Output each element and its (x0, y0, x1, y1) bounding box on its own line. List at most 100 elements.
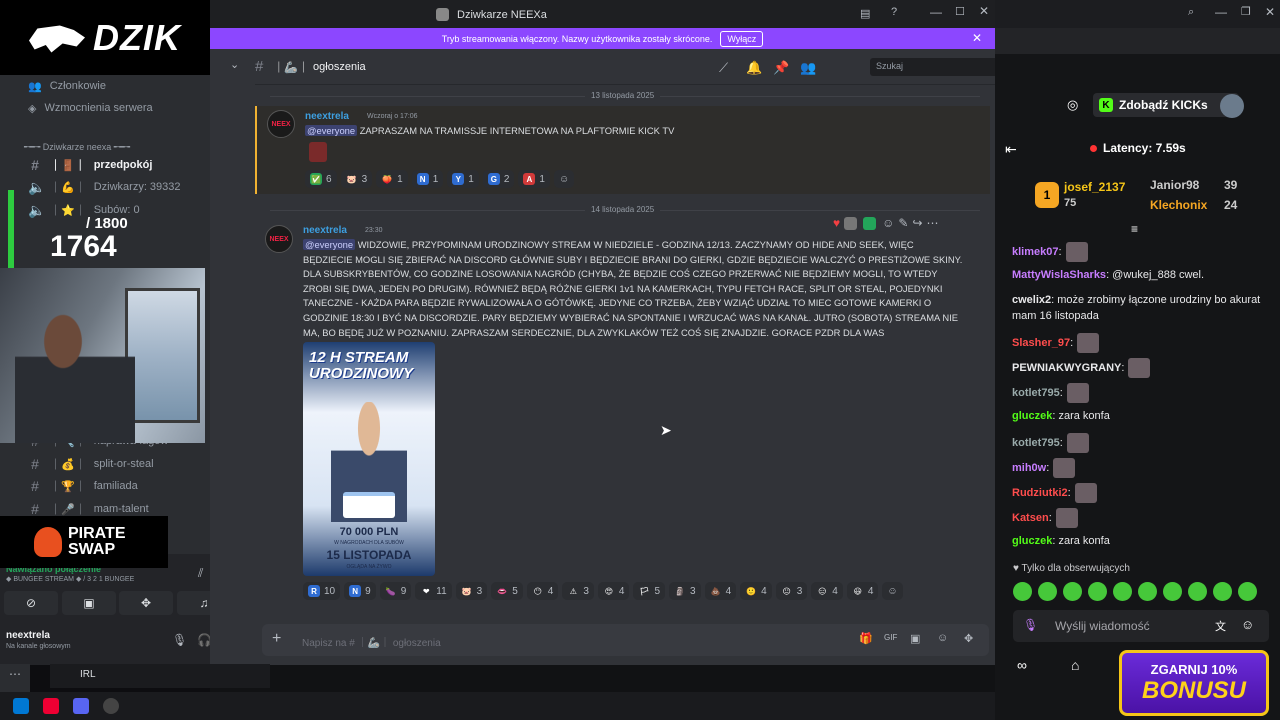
avatar[interactable] (1220, 94, 1244, 118)
reaction-chip[interactable]: 🍆 9 (379, 582, 412, 600)
minimize-button[interactable]: — (1215, 5, 1227, 19)
chat-message[interactable]: cwelix2: może zrobimy łączone urodziny b… (1012, 292, 1272, 324)
reaction-chip[interactable]: 💩 4 (704, 582, 737, 600)
avatar[interactable]: NEEX (265, 225, 293, 253)
gif-icon[interactable]: GIF (884, 633, 897, 642)
add-reaction-button[interactable]: ☺ (882, 582, 903, 600)
chat-message[interactable]: PEWNIAKWYGRANY: (1012, 358, 1272, 378)
reply-icon[interactable]: ↪ (912, 216, 922, 230)
sidebar-item-boosts[interactable]: ◈ Wzmocnienia serwera (28, 97, 153, 119)
chat-username[interactable]: gluczek (1012, 410, 1052, 422)
chat-message[interactable]: gluczek: zara konfa (1012, 533, 1272, 549)
chat-input[interactable]: 🎙 Wyślij wiadomość 文 ☺ (1013, 610, 1269, 642)
emote-icon[interactable] (1013, 582, 1032, 601)
reaction-chip[interactable]: R 10 (303, 582, 341, 600)
reaction-chip[interactable]: 😶 4 (526, 582, 559, 600)
windows-start-icon[interactable] (13, 698, 29, 714)
chat-message[interactable]: MattyWislaSharks: @wukej_888 cwel. (1012, 267, 1272, 283)
message-composer[interactable]: + Napisz na # ｜🦾｜ ogłoszenia 🎁 GIF ▣ ☺ ✥ (262, 624, 989, 656)
store-icon[interactable]: ⌂ (1071, 657, 1079, 673)
chat-username[interactable]: Katsen (1012, 512, 1049, 524)
reaction-chip[interactable]: 😃 4 (846, 582, 879, 600)
apps-icon[interactable]: ✥ (964, 632, 973, 645)
everyone-mention[interactable]: @everyone (303, 239, 356, 250)
reaction-chip[interactable]: 😐 3 (775, 582, 808, 600)
chat-message[interactable]: Katsen: (1012, 508, 1272, 528)
edit-icon[interactable]: ✎ (898, 216, 908, 230)
emote-icon[interactable] (1088, 582, 1107, 601)
stream-poster-image[interactable]: 12 H STREAM URODZINOWY 70 000 PLN W NAGR… (303, 342, 435, 576)
category-header[interactable]: ╾━╼ Dziwkarze neexa ╾━╼ (24, 142, 130, 153)
chat-message[interactable]: Slasher_97: (1012, 333, 1272, 353)
opera-icon[interactable] (43, 698, 59, 714)
reaction-chip[interactable]: N9 (344, 582, 376, 600)
chat-username[interactable]: PEWNIAKWYGRANY (1012, 362, 1121, 374)
emoji-react-icon[interactable] (844, 216, 858, 230)
emote-icon[interactable] (1113, 582, 1132, 601)
activities-button[interactable]: ✥ (119, 591, 173, 615)
chat-username[interactable]: kotlet795 (1012, 387, 1060, 399)
loyalty-icon[interactable]: ∞ (1017, 657, 1027, 673)
attach-plus-icon[interactable]: + (272, 630, 281, 648)
more-icon[interactable]: ⋯ (0, 664, 30, 692)
chat-message[interactable]: kotlet795: (1012, 433, 1272, 453)
emote-icon[interactable] (1038, 582, 1057, 601)
leaderboard-name[interactable]: Janior98 (1150, 178, 1199, 192)
reaction-chip[interactable]: ❤ 11 (415, 582, 452, 600)
emoji-icon[interactable]: ☺ (1241, 617, 1254, 632)
restore-button[interactable]: ❐ (1241, 5, 1251, 18)
discord-icon[interactable] (73, 698, 89, 714)
server-dropdown-chevron-icon[interactable]: ⌄ (230, 58, 239, 71)
channel-split-or-steal[interactable]: # ｜💰｜ split-or-steal (28, 453, 154, 475)
sticker-icon[interactable]: ▣ (910, 632, 920, 645)
expand-leaderboard-icon[interactable]: ≡ (1131, 222, 1138, 236)
chat-message[interactable]: Rudziutki2: (1012, 483, 1272, 503)
reaction-chip[interactable]: ⚠ 3 (562, 582, 594, 600)
noise-suppression-icon[interactable]: ⫽ (198, 566, 203, 581)
reaction-chip[interactable]: 🙂 4 (740, 582, 772, 600)
channel-familiada[interactable]: # ｜🏆｜ familiada (28, 475, 138, 497)
bonus-ad-banner[interactable]: ZGARNIJ 10% BONUSU (1119, 650, 1269, 716)
message-author[interactable]: neextrela (303, 225, 347, 236)
chat-message[interactable]: mih0w: (1012, 458, 1272, 478)
sidebar-item-members[interactable]: 👥 Członkowie (28, 75, 106, 97)
chat-username[interactable]: cwelix2 (1012, 294, 1051, 306)
leaderboard-name[interactable]: Klechonix (1150, 198, 1207, 212)
channel-stat-members[interactable]: 🔈 ｜💪｜ Dziwkarzy: 39332 (28, 176, 181, 198)
chat-username[interactable]: mih0w (1012, 462, 1046, 474)
heart-react-icon[interactable]: ♥ (833, 216, 840, 230)
screen-share-button[interactable]: ▣ (62, 591, 116, 615)
microphone-icon[interactable]: 🎙 (172, 633, 187, 647)
check-react-icon[interactable] (863, 216, 877, 230)
emote-icon[interactable] (1138, 582, 1157, 601)
app-icon[interactable] (103, 698, 119, 714)
chat-username[interactable]: MattyWislaSharks (1012, 269, 1106, 281)
refresh-icon[interactable]: ◎ (1067, 97, 1078, 113)
chat-username[interactable]: Rudziutki2 (1012, 487, 1068, 499)
microphone-icon[interactable]: 🎙 (1023, 618, 1038, 632)
leaderboard-name[interactable]: josef_2137 (1064, 180, 1125, 194)
collapse-chat-icon[interactable]: ⇤ (1005, 141, 1017, 158)
translate-icon[interactable]: 文 (1215, 618, 1226, 634)
emote-icon[interactable] (1188, 582, 1207, 601)
chat-username[interactable]: klimek07 (1012, 246, 1058, 258)
reaction-chip[interactable]: 🗿 3 (669, 582, 701, 600)
chat-message[interactable]: kotlet795: (1012, 383, 1272, 403)
reaction-chip[interactable]: 🐷 3 (455, 582, 488, 600)
reaction-chip[interactable]: 🏳 5 (633, 582, 666, 600)
reaction-chip[interactable]: 😍 4 (597, 582, 630, 600)
user-name[interactable]: neextrela (6, 630, 50, 641)
reaction-chip[interactable]: 👄 5 (491, 582, 523, 600)
chat-message[interactable]: gluczek: zara konfa (1012, 408, 1272, 424)
camera-button[interactable]: ⊘ (4, 591, 58, 615)
chat-username[interactable]: kotlet795 (1012, 437, 1060, 449)
chat-username[interactable]: gluczek (1012, 535, 1052, 547)
reaction-chip[interactable]: 😑 4 (811, 582, 843, 600)
chat-message[interactable]: klimek07: (1012, 242, 1272, 262)
emote-icon[interactable] (1063, 582, 1082, 601)
get-kicks-button[interactable]: K Zdobądź KICKs (1093, 93, 1239, 117)
emoji-icon[interactable]: ☺ (937, 632, 948, 644)
emote-icon[interactable] (1163, 582, 1182, 601)
close-button[interactable]: ✕ (1265, 5, 1275, 19)
add-reaction-icon[interactable]: ☺ (882, 216, 894, 230)
